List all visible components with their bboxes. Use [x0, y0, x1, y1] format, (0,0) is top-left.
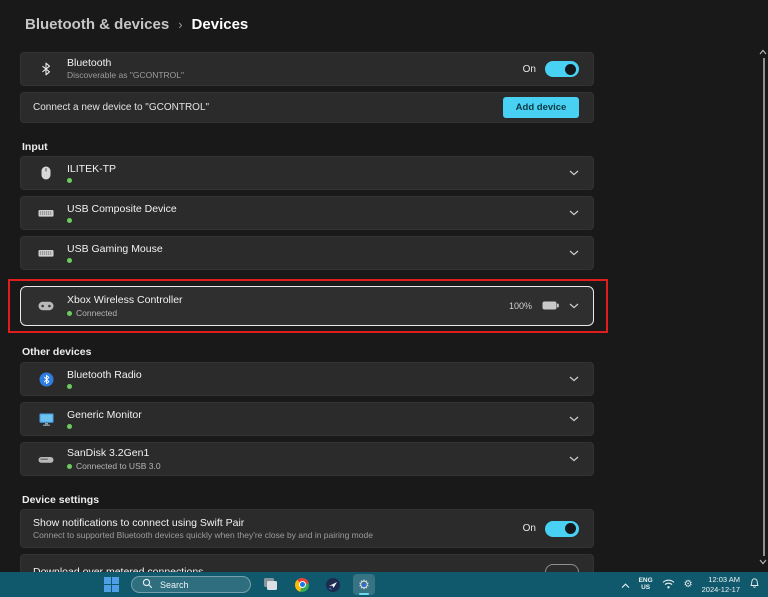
- task-view-button[interactable]: [260, 574, 282, 595]
- swift-pair-toggle-state: On: [522, 523, 536, 534]
- breadcrumb-separator-icon: ›: [178, 17, 183, 32]
- status-dot: [67, 463, 72, 469]
- chevron-down-icon[interactable]: [569, 416, 579, 422]
- device-row-usb-gaming-mouse[interactable]: USB Gaming Mouse: [20, 236, 594, 270]
- connect-device-label: Connect a new device to "GCONTROL": [33, 102, 210, 113]
- device-row-usb-composite[interactable]: USB Composite Device: [20, 196, 594, 230]
- bluetooth-toggle[interactable]: [545, 61, 579, 77]
- device-name: ILITEK-TP: [67, 163, 117, 176]
- language-indicator[interactable]: ENG US: [639, 577, 653, 592]
- chevron-down-icon[interactable]: [569, 170, 579, 176]
- add-device-button[interactable]: Add device: [503, 97, 579, 118]
- device-name: USB Gaming Mouse: [67, 243, 163, 256]
- active-app-indicator: [359, 592, 369, 595]
- chevron-down-icon[interactable]: [569, 456, 579, 462]
- globe-app-button[interactable]: [322, 574, 344, 595]
- bluetooth-toggle-state: On: [522, 63, 536, 75]
- clock[interactable]: 12:03 AM 2024-12-17: [702, 575, 740, 594]
- swift-pair-title: Show notifications to connect using Swif…: [33, 516, 245, 529]
- search-label: Search: [160, 579, 189, 590]
- external-drive-icon: [33, 454, 59, 465]
- status-dot: [67, 217, 72, 223]
- status-dot: [67, 177, 72, 183]
- breadcrumb-parent[interactable]: Bluetooth & devices: [25, 16, 169, 33]
- swift-pair-card[interactable]: Show notifications to connect using Swif…: [20, 509, 594, 548]
- device-row-sandisk[interactable]: SanDisk 3.2Gen1 Connected to USB 3.0: [20, 442, 594, 476]
- wifi-icon[interactable]: [662, 576, 675, 594]
- device-name: USB Composite Device: [67, 203, 177, 216]
- tray-chevron-up-icon[interactable]: [621, 576, 630, 594]
- notification-bell-icon[interactable]: [749, 576, 760, 594]
- device-row-bluetooth-radio[interactable]: Bluetooth Radio: [20, 362, 594, 396]
- status-dot: [67, 423, 72, 429]
- chrome-icon: [295, 577, 309, 592]
- quick-settings-icon[interactable]: ⚙: [684, 579, 693, 590]
- other-devices-section-label: Other devices: [22, 346, 92, 358]
- taskbar: Search ⚙: [0, 572, 768, 597]
- device-name: Generic Monitor: [67, 409, 142, 422]
- scrollbar-up-arrow[interactable]: [758, 49, 768, 57]
- tray-time: 12:03 AM: [708, 575, 740, 585]
- page-title: Devices: [191, 16, 249, 33]
- device-row-generic-monitor[interactable]: Generic Monitor: [20, 402, 594, 436]
- globe-plane-icon: [326, 577, 340, 592]
- device-name: SanDisk 3.2Gen1: [67, 446, 150, 459]
- status-dot: [67, 257, 72, 263]
- tray-date: 2024-12-17: [701, 584, 740, 594]
- device-name: Bluetooth Radio: [67, 369, 142, 382]
- chrome-app-button[interactable]: [291, 574, 313, 595]
- bluetooth-radio-icon: [33, 372, 59, 387]
- keyboard-icon: [33, 208, 59, 218]
- breadcrumb: Bluetooth & devices › Devices: [25, 16, 248, 33]
- connect-device-card: Connect a new device to "GCONTROL" Add d…: [20, 92, 594, 123]
- swift-pair-toggle[interactable]: [545, 520, 579, 537]
- chevron-down-icon[interactable]: [569, 376, 579, 382]
- bluetooth-card[interactable]: Bluetooth Discoverable as "GCONTROL" On: [20, 52, 594, 86]
- search-icon: [142, 576, 153, 594]
- toggle-knob: [565, 63, 576, 75]
- chevron-down-icon[interactable]: [569, 210, 579, 216]
- device-status: Connected to USB 3.0: [76, 461, 161, 472]
- taskbar-search[interactable]: Search: [131, 576, 251, 593]
- settings-window: Bluetooth & devices › Devices Bluetooth …: [0, 0, 768, 597]
- status-dot: [67, 383, 72, 389]
- settings-app-button[interactable]: ⚙: [353, 574, 375, 595]
- scrollbar-down-arrow[interactable]: [758, 559, 768, 567]
- bluetooth-subtitle: Discoverable as "GCONTROL": [67, 70, 185, 81]
- toggle-knob: [565, 523, 576, 534]
- windows-logo-icon: [103, 577, 119, 592]
- keyboard-icon: [33, 248, 59, 258]
- input-section-label: Input: [22, 141, 48, 153]
- red-highlight-annotation: [8, 279, 608, 333]
- chevron-down-icon[interactable]: [569, 250, 579, 256]
- device-row-ilitek-tp[interactable]: ILITEK-TP: [20, 156, 594, 190]
- swift-pair-subtitle: Connect to supported Bluetooth devices q…: [33, 529, 373, 540]
- start-button[interactable]: [100, 574, 122, 595]
- monitor-icon: [33, 413, 59, 426]
- mouse-icon: [33, 165, 59, 181]
- bluetooth-title: Bluetooth: [67, 57, 112, 70]
- device-settings-section-label: Device settings: [22, 494, 100, 506]
- scrollbar[interactable]: [763, 58, 765, 556]
- bluetooth-icon: [33, 62, 59, 76]
